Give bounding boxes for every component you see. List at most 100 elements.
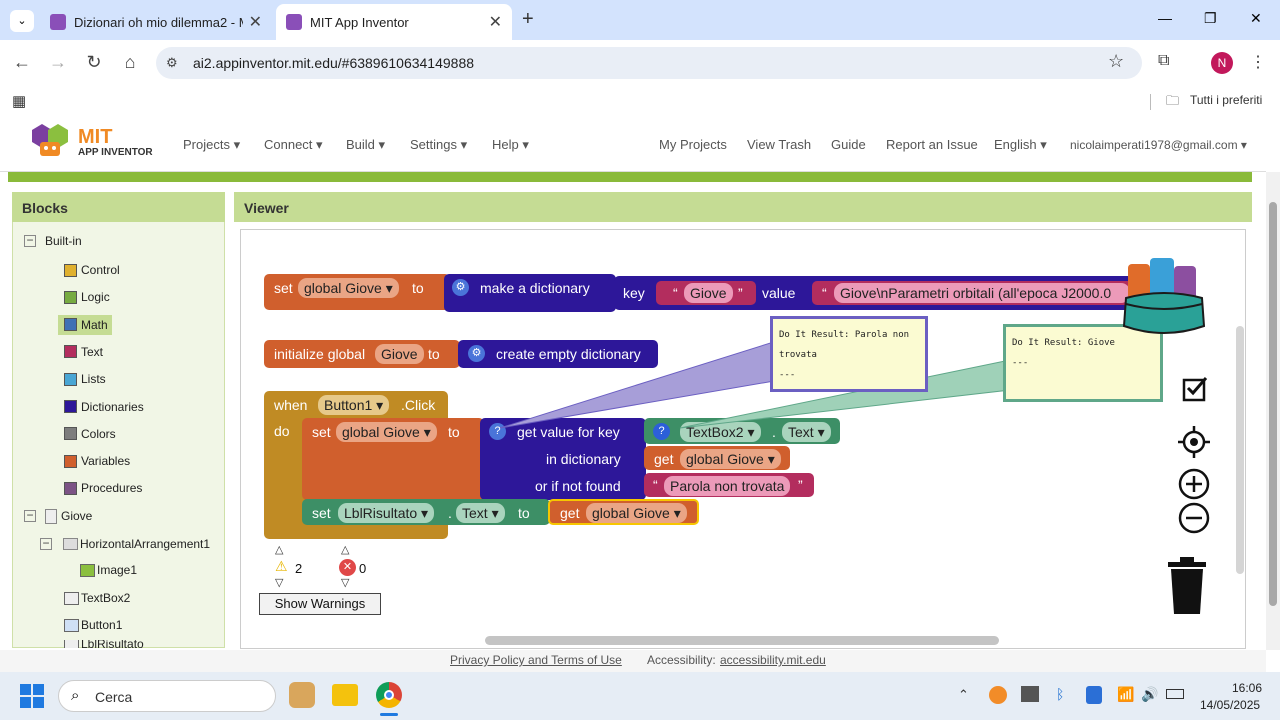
recenter-icon[interactable]: [1178, 426, 1210, 458]
battery-icon[interactable]: [1166, 689, 1184, 699]
show-warnings-button[interactable]: Show Warnings: [259, 593, 381, 615]
builtin-variables[interactable]: Variables: [64, 451, 130, 471]
chrome-app-icon[interactable]: [376, 682, 402, 708]
block-keyword: .: [448, 505, 452, 521]
tree-screen[interactable]: − Giove: [24, 506, 92, 526]
extensions-icon[interactable]: ⧉: [1158, 52, 1169, 70]
builtin-colors[interactable]: Colors: [64, 424, 116, 444]
privacy-link[interactable]: Privacy Policy and Terms of Use: [450, 653, 622, 667]
menu-help[interactable]: Help ▾: [492, 137, 529, 153]
do-it-result-bubble-1[interactable]: Do It Result: Parola non trovata ---: [770, 316, 928, 392]
tree-lblrisultato[interactable]: LblRisultato: [64, 640, 144, 648]
gimp-app-icon[interactable]: [289, 682, 315, 708]
tree-textbox2[interactable]: TextBox2: [64, 588, 130, 608]
property-dropdown[interactable]: Text ▾: [456, 503, 505, 523]
accessibility-link[interactable]: accessibility.mit.edu: [720, 653, 826, 667]
link-my-projects[interactable]: My Projects: [659, 137, 727, 152]
clock-time[interactable]: 16:06: [1232, 681, 1262, 695]
security-shield-icon[interactable]: [1086, 686, 1102, 704]
collapse-icon[interactable]: −: [24, 509, 36, 522]
warning-next-arrow-icon[interactable]: ▽: [275, 576, 283, 589]
link-view-trash[interactable]: View Trash: [747, 137, 811, 152]
menu-connect[interactable]: Connect ▾: [264, 137, 323, 153]
page-scrollbar[interactable]: [1266, 172, 1280, 650]
tray-overflow-icon[interactable]: ⌃: [958, 687, 969, 703]
component-dropdown[interactable]: LblRisultato ▾: [338, 503, 435, 523]
menu-build[interactable]: Build ▾: [346, 137, 385, 153]
error-next-arrow-icon[interactable]: ▽: [341, 576, 349, 589]
bluetooth-icon[interactable]: ᛒ: [1056, 686, 1064, 702]
builtin-text[interactable]: Text: [64, 342, 103, 362]
tree-builtin[interactable]: − Built-in: [24, 231, 82, 251]
profile-avatar[interactable]: N: [1211, 52, 1233, 74]
builtin-dictionaries[interactable]: Dictionaries: [64, 397, 144, 417]
warning-prev-arrow-icon[interactable]: △: [275, 543, 283, 556]
apps-grid-icon[interactable]: ▦: [12, 92, 26, 110]
backpack-icon[interactable]: [1120, 254, 1208, 338]
bookmark-star-icon[interactable]: ☆: [1108, 51, 1124, 72]
variable-dropdown[interactable]: global Giove ▾: [586, 503, 687, 523]
text-value-giove[interactable]: Giove: [684, 283, 733, 303]
comment-line: Do It Result: Parola non: [779, 330, 910, 340]
tree-horizontal-arrangement[interactable]: − HorizontalArrangement1: [40, 534, 210, 554]
variable-dropdown[interactable]: global Giove ▾: [336, 422, 437, 442]
trash-icon[interactable]: [1166, 556, 1208, 616]
builtin-procedures[interactable]: Procedures: [64, 478, 142, 498]
tree-button1[interactable]: Button1: [64, 615, 122, 635]
close-window-button[interactable]: ✕: [1250, 10, 1262, 27]
tab-search-icon[interactable]: ⌄: [10, 10, 34, 32]
url-text[interactable]: ai2.appinventor.mit.edu/#638961063414988…: [193, 55, 474, 71]
text-value-not-found[interactable]: Parola non trovata: [664, 476, 791, 496]
mutator-gear-icon[interactable]: ⚙: [452, 279, 469, 296]
file-explorer-icon[interactable]: [332, 684, 358, 706]
page-scroll-thumb[interactable]: [1269, 202, 1277, 606]
link-report-issue[interactable]: Report an Issue: [886, 137, 978, 152]
clock-date[interactable]: 14/05/2025: [1200, 698, 1260, 712]
menu-projects[interactable]: Projects ▾: [183, 137, 240, 153]
link-guide[interactable]: Guide: [831, 137, 866, 152]
variable-dropdown[interactable]: global Giove ▾: [298, 278, 399, 298]
tab-dizionari[interactable]: Dizionari oh mio dilemma2 - M ✕: [40, 4, 272, 40]
error-icon: ✕: [339, 559, 356, 576]
error-prev-arrow-icon[interactable]: △: [341, 543, 349, 556]
collapse-icon[interactable]: −: [40, 537, 52, 550]
all-bookmarks-link[interactable]: Tutti i preferiti: [1190, 93, 1262, 107]
minimize-button[interactable]: —: [1158, 10, 1172, 26]
appinventor-logo-icon[interactable]: [28, 124, 72, 160]
wifi-icon[interactable]: 📶: [1117, 686, 1134, 703]
menu-settings[interactable]: Settings ▾: [410, 137, 467, 153]
volume-icon[interactable]: 🔊: [1141, 686, 1158, 703]
cleanup-checkbox-icon[interactable]: [1182, 374, 1210, 402]
account-dropdown[interactable]: nicolaimperati1978@gmail.com ▾: [1070, 138, 1247, 152]
workspace-vscrollbar[interactable]: [1236, 326, 1244, 574]
component-dropdown[interactable]: Button1 ▾: [318, 395, 390, 415]
builtin-control[interactable]: Control: [64, 260, 120, 280]
home-icon[interactable]: ⌂: [118, 52, 142, 73]
language-dropdown[interactable]: English ▾: [994, 137, 1047, 153]
site-info-icon[interactable]: ⚙: [166, 55, 178, 71]
variable-dropdown[interactable]: global Giove ▾: [680, 449, 781, 469]
menu-kebab-icon[interactable]: ⋮: [1250, 52, 1266, 72]
builtin-lists[interactable]: Lists: [64, 369, 106, 389]
tree-image1[interactable]: Image1: [80, 560, 137, 580]
back-icon[interactable]: ←: [10, 52, 34, 73]
collapse-icon[interactable]: −: [24, 234, 36, 247]
forward-icon[interactable]: →: [46, 52, 70, 73]
tray-app-icon[interactable]: [989, 686, 1007, 704]
builtin-math[interactable]: Math: [58, 314, 112, 335]
zoom-out-icon[interactable]: [1178, 502, 1210, 534]
new-tab-button[interactable]: +: [522, 8, 534, 31]
close-tab-icon[interactable]: ✕: [249, 12, 262, 32]
maximize-button[interactable]: ❐: [1204, 10, 1217, 27]
windows-start-icon[interactable]: [20, 684, 44, 708]
taskbar-search-box[interactable]: ⌕ Cerca: [58, 680, 276, 712]
zoom-in-icon[interactable]: [1178, 468, 1210, 500]
reload-icon[interactable]: ↻: [82, 52, 106, 73]
tab-mit-app-inventor[interactable]: MIT App Inventor ✕: [276, 4, 512, 40]
workspace-hscrollbar[interactable]: [485, 636, 999, 645]
variable-name-field[interactable]: Giove: [375, 344, 424, 364]
tray-monitor-icon[interactable]: [1021, 686, 1039, 702]
close-tab-icon[interactable]: ✕: [489, 12, 502, 32]
text-value-description[interactable]: Giove\nParametri orbitali (all'epoca J20…: [834, 283, 1130, 303]
builtin-logic[interactable]: Logic: [64, 287, 110, 307]
